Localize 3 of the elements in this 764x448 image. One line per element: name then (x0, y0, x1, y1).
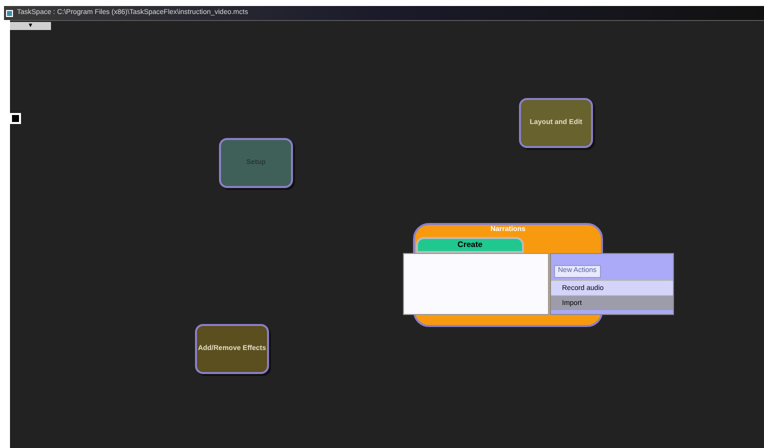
create-tab[interactable]: Create (416, 237, 524, 253)
note-icon[interactable] (10, 113, 21, 124)
app-icon (6, 10, 13, 16)
